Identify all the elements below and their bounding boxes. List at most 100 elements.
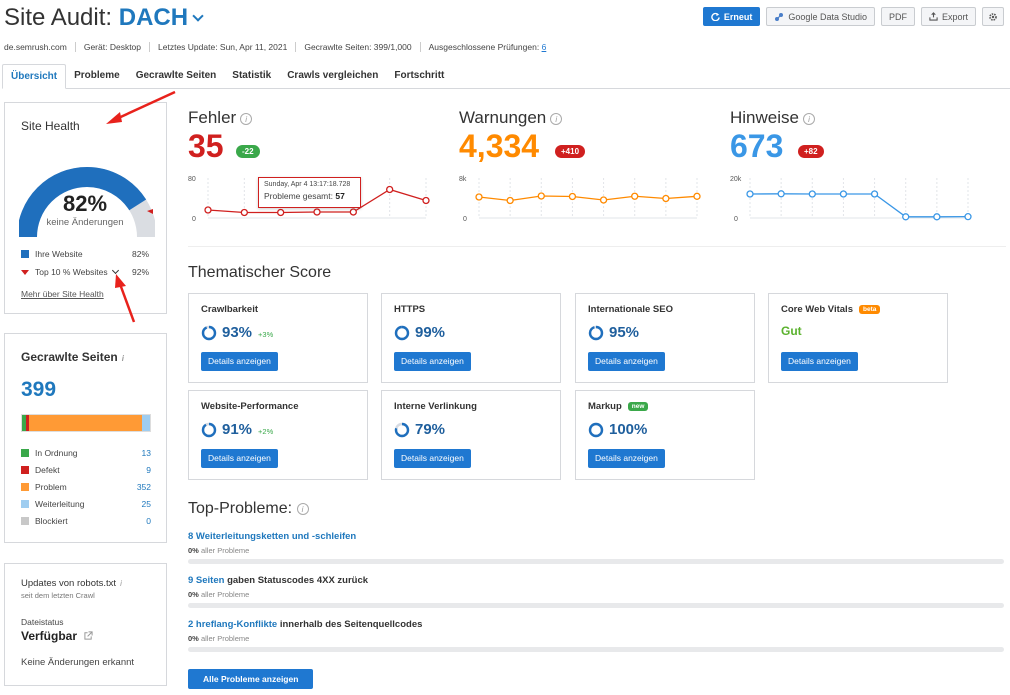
data-point[interactable] <box>349 208 357 216</box>
problem-title: 2 hreflang-Konflikte innerhalb des Seite… <box>188 619 1004 630</box>
data-point[interactable] <box>240 208 248 217</box>
meta-excluded-count[interactable]: 6 <box>542 42 547 52</box>
page-title-prefix: Site Audit: <box>4 4 113 31</box>
data-point[interactable] <box>204 206 212 214</box>
details-button[interactable]: Details anzeigen <box>588 449 665 468</box>
google-data-studio-button[interactable]: Google Data Studio <box>766 7 875 26</box>
legend-label: Ihre Website <box>35 249 83 259</box>
data-point[interactable] <box>506 196 514 205</box>
row-value[interactable]: 25 <box>142 499 151 509</box>
info-icon[interactable]: i <box>550 112 563 125</box>
data-point[interactable] <box>839 190 848 198</box>
problem-bar <box>188 603 1004 608</box>
data-point[interactable] <box>964 213 972 221</box>
tab-progress[interactable]: Fortschritt <box>386 64 452 89</box>
data-point[interactable] <box>693 192 701 200</box>
bar-segment-redirect <box>142 415 150 431</box>
warnings-label: Warnungen i <box>459 108 709 128</box>
data-point[interactable] <box>902 213 910 221</box>
legend-label: Top 10 % Websites <box>35 267 108 277</box>
row-label: Weiterleitung <box>35 499 85 509</box>
data-point[interactable] <box>537 192 545 200</box>
details-button[interactable]: Details anzeigen <box>394 352 471 371</box>
notices-sparkline[interactable]: 20k 0 <box>730 170 980 225</box>
row-label: In Ordnung <box>35 448 78 458</box>
progress-ring-icon <box>394 422 410 437</box>
all-problems-button[interactable]: Alle Probleme anzeigen <box>188 669 314 689</box>
info-icon[interactable]: i <box>240 112 253 125</box>
problem-link[interactable]: 2 hreflang-Konflikte <box>188 619 277 630</box>
problem-text: innerhalb des Seitenquellcodes <box>277 619 423 630</box>
tab-compare-crawls[interactable]: Crawls vergleichen <box>279 64 386 89</box>
details-button[interactable]: Details anzeigen <box>201 352 278 371</box>
refresh-button[interactable]: Erneut <box>702 7 761 26</box>
score-card-name-text: Crawlbarkeit <box>201 304 259 315</box>
notices-value[interactable]: 673 <box>730 128 783 165</box>
score-card-name: Crawlbarkeit <box>201 304 258 315</box>
problem-bar <box>188 559 1004 564</box>
site-health-more-link[interactable]: Mehr über Site Health <box>21 289 104 299</box>
crawled-row-ok: In Ordnung 13 <box>21 448 151 458</box>
info-icon[interactable]: i <box>120 579 122 588</box>
meta-excluded-label: Ausgeschlossene Prüfungen: <box>428 42 540 52</box>
data-point[interactable] <box>422 196 430 205</box>
score-card-percent: 95% <box>609 324 640 341</box>
data-point[interactable] <box>313 208 321 216</box>
data-point[interactable] <box>277 208 285 217</box>
warnings-label-text: Warnungen <box>459 108 547 127</box>
external-link-icon[interactable] <box>81 631 93 642</box>
data-point[interactable] <box>568 192 577 201</box>
warnings-sparkline[interactable]: 8k 0 <box>459 170 709 225</box>
errors-value[interactable]: 35 <box>188 128 224 165</box>
header: Site Audit: DACH Erneut Google Data Stud… <box>4 2 1004 32</box>
thematic-score-title: Thematischer Score <box>188 264 332 281</box>
details-button[interactable]: Details anzeigen <box>201 449 278 468</box>
annotation-arrow <box>106 90 176 124</box>
row-value[interactable]: 9 <box>146 465 151 475</box>
info-icon[interactable]: i <box>802 112 815 125</box>
score-card-value-row: 93% +3% <box>201 324 273 341</box>
data-point[interactable] <box>777 190 785 198</box>
data-point[interactable] <box>870 190 879 198</box>
export-label: Export <box>941 11 968 22</box>
score-card-name-text: HTTPS <box>394 304 426 315</box>
refresh-icon <box>711 12 720 21</box>
tab-statistics[interactable]: Statistik <box>224 64 279 89</box>
warnings-value[interactable]: 4,334 <box>459 128 539 165</box>
problem-link[interactable]: 8 Weiterleitungsketten und -schleifen <box>188 531 356 542</box>
tab-crawled-pages[interactable]: Gecrawlte Seiten <box>128 64 225 89</box>
data-point[interactable] <box>662 194 670 203</box>
legend-swatch <box>21 449 29 457</box>
tab-issues[interactable]: Probleme <box>66 64 128 89</box>
export-button[interactable]: Export <box>920 7 976 26</box>
robots-title-text: Updates von robots.txt <box>21 578 117 589</box>
export-icon <box>929 12 938 21</box>
notices-label: Hinweise i <box>730 108 980 128</box>
details-button[interactable]: Details anzeigen <box>588 352 665 371</box>
row-value[interactable]: 0 <box>146 516 151 526</box>
settings-button[interactable] <box>982 7 1004 26</box>
progress-ring-icon <box>201 325 217 340</box>
row-value[interactable]: 352 <box>137 482 151 492</box>
data-point[interactable] <box>599 196 608 204</box>
project-selector[interactable]: DACH <box>119 4 204 31</box>
details-button[interactable]: Details anzeigen <box>394 449 471 468</box>
data-point[interactable] <box>386 185 394 194</box>
row-value[interactable]: 13 <box>142 448 151 458</box>
legend-your-site: Ihre Website 82% <box>21 249 149 259</box>
tab-overview[interactable]: Übersicht <box>2 64 67 89</box>
pdf-button[interactable]: PDF <box>880 7 915 26</box>
data-point[interactable] <box>631 192 639 200</box>
data-point[interactable] <box>475 193 483 201</box>
problem-text: gaben Statuscodes 4XX zurück <box>224 575 369 586</box>
info-icon[interactable]: i <box>122 354 124 363</box>
data-point[interactable] <box>746 190 754 198</box>
data-point[interactable] <box>933 213 941 221</box>
score-card: Internationale SEO 95% Details anzeigen <box>575 293 755 383</box>
data-point[interactable] <box>808 190 816 198</box>
tooltip-value: 57 <box>335 191 345 201</box>
top-problems-title-text: Top-Probleme: <box>188 500 293 517</box>
info-icon[interactable]: i <box>296 502 309 515</box>
problem-link[interactable]: 9 Seiten <box>188 575 224 586</box>
details-button[interactable]: Details anzeigen <box>781 352 858 371</box>
